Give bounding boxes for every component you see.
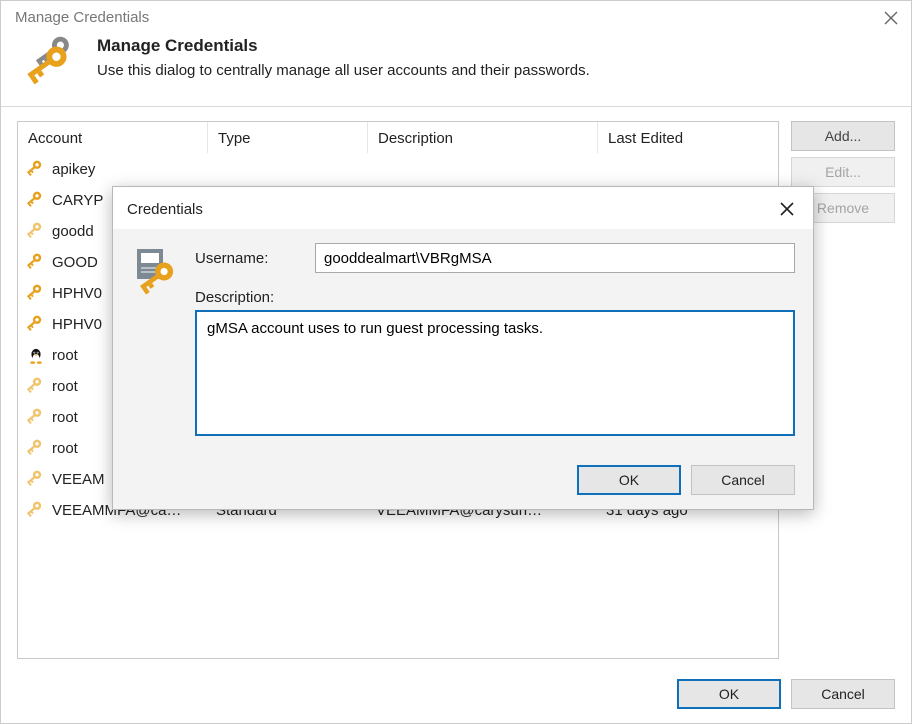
header-text: Manage Credentials Use this dialog to ce… <box>97 36 590 79</box>
description-label: Description: <box>195 289 795 306</box>
dialog-body: Username: Description: <box>113 229 813 453</box>
description-input[interactable] <box>195 310 795 436</box>
credential-icon <box>131 245 181 295</box>
table-header: Account Type Description Last Edited <box>18 122 778 154</box>
col-type[interactable]: Type <box>208 122 368 153</box>
header-subtitle: Use this dialog to centrally manage all … <box>97 62 590 79</box>
account-name: root <box>52 347 78 364</box>
account-name: HPHV0 <box>52 285 102 302</box>
account-name: CARYP <box>52 192 103 209</box>
credentials-dialog: Credentials Username: <box>112 186 814 510</box>
header: Manage Credentials Use this dialog to ce… <box>1 32 911 107</box>
table-row[interactable]: apikey <box>18 154 778 185</box>
dialog-title: Credentials <box>127 201 203 218</box>
account-name: goodd <box>52 223 94 240</box>
edit-button: Edit... <box>791 157 895 187</box>
keys-icon <box>25 36 79 90</box>
close-icon[interactable] <box>883 10 899 26</box>
account-name: apikey <box>52 161 95 178</box>
footer: OK Cancel <box>1 667 911 723</box>
dialog-ok-button[interactable]: OK <box>577 465 681 495</box>
account-name: root <box>52 378 78 395</box>
titlebar: Manage Credentials <box>1 1 911 32</box>
col-description[interactable]: Description <box>368 122 598 153</box>
account-name: GOOD <box>52 254 98 271</box>
account-name: VEEAM <box>52 471 105 488</box>
add-button[interactable]: Add... <box>791 121 895 151</box>
ok-button[interactable]: OK <box>677 679 781 709</box>
header-title: Manage Credentials <box>97 36 590 56</box>
col-last-edited[interactable]: Last Edited <box>598 122 778 153</box>
account-name: HPHV0 <box>52 316 102 333</box>
username-row: Username: <box>195 243 795 273</box>
dialog-cancel-button[interactable]: Cancel <box>691 465 795 495</box>
cell-account: apikey <box>26 160 216 180</box>
dialog-footer: OK Cancel <box>113 453 813 509</box>
dialog-titlebar: Credentials <box>113 187 813 229</box>
username-input[interactable] <box>315 243 795 273</box>
username-label: Username: <box>195 250 305 267</box>
close-icon[interactable] <box>773 195 801 223</box>
account-name: root <box>52 440 78 457</box>
cancel-button[interactable]: Cancel <box>791 679 895 709</box>
window-title: Manage Credentials <box>15 9 149 26</box>
dialog-form: Username: Description: <box>195 243 795 439</box>
description-block: Description: <box>195 289 795 439</box>
col-account[interactable]: Account <box>18 122 208 153</box>
account-name: root <box>52 409 78 426</box>
